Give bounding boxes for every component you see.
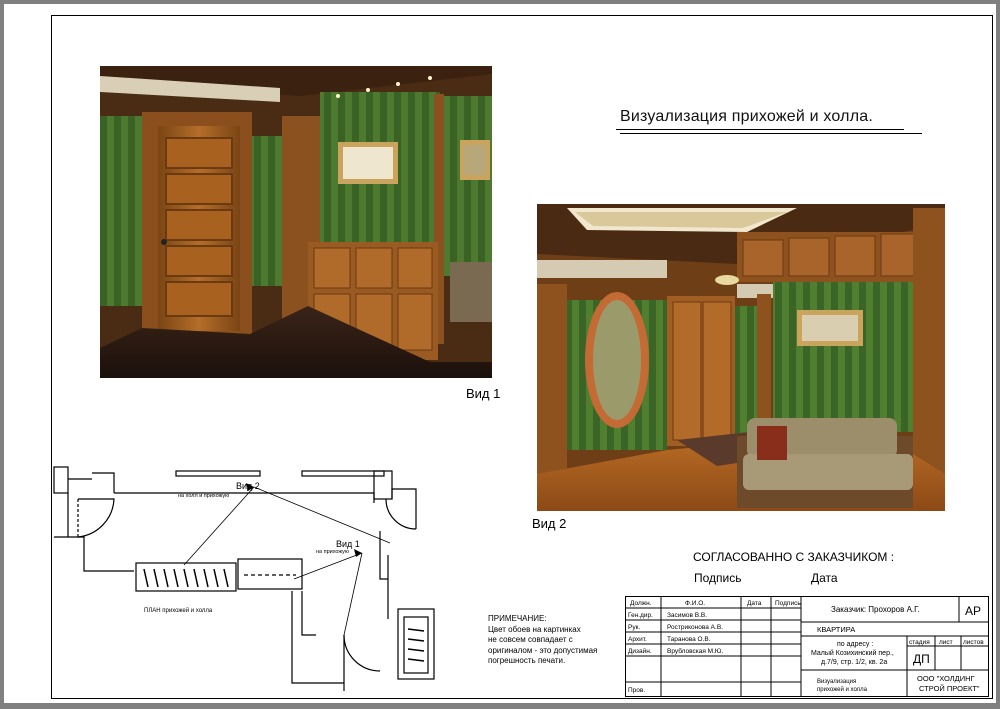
floor-plan: Вид 2 на холл и прихожую Вид 1 на прихож… — [44, 459, 444, 704]
plan-view-2-sub: на холл и прихожую — [178, 493, 229, 499]
stamp-row-role: Архит. — [628, 636, 647, 643]
stamp-header-position: Должн. — [630, 600, 652, 607]
stamp-address-line: д.7/9, стр. 1/2, кв. 2а — [821, 659, 887, 666]
drawing-sheet: Визуализация прихожей и холла. Вид 1 Вид… — [4, 4, 996, 703]
title-underline — [616, 129, 904, 130]
view-2-caption: Вид 2 — [532, 516, 567, 531]
note-line: погрешность печати. — [488, 656, 566, 665]
note-block: ПРИМЕЧАНИЕ: Цвет обоев на картинках не с… — [488, 614, 597, 667]
title-underline-second — [620, 133, 922, 134]
approval-date-label: Дата — [811, 571, 838, 585]
stamp-row-name: Ростриконова А.В. — [667, 624, 723, 631]
render-view-1 — [100, 66, 492, 378]
stamp-header-signature: Подпись — [775, 600, 801, 607]
note-line: не совсем совпадает с — [488, 635, 573, 644]
page-title: Визуализация прихожей и холла. — [620, 108, 873, 125]
stamp-stage-header: стадия — [909, 639, 930, 646]
stamp-sheet-header: лист — [939, 639, 953, 646]
plan-view-1-label: Вид 1 — [336, 539, 360, 549]
stamp-row-role: Ген.дир. — [628, 612, 653, 619]
note-line: оригиналом - это допустимая — [488, 645, 598, 655]
stamp-address-line: по адресу : — [837, 641, 873, 648]
stamp-header-date: Дата — [747, 600, 762, 607]
stamp-stage: ДП — [913, 652, 930, 666]
stamp-address-line: Малый Козихинский пер., — [811, 649, 894, 657]
stamp-drawing-title-line: Визуализация — [817, 679, 856, 685]
stamp-header-name: Ф.И.О. — [685, 600, 705, 607]
view-1-caption: Вид 1 — [466, 386, 501, 401]
plan-label: ПЛАН прихожей и холла — [144, 607, 213, 614]
stamp-customer: Заказчик: Прохоров А.Г. — [831, 605, 920, 614]
stamp-row-role: Рук. — [628, 624, 640, 631]
stamp-row-name: Засимов В.В. — [667, 612, 707, 619]
stamp-sheets-header: листов — [963, 639, 984, 646]
stamp-row-role: Пров. — [628, 687, 645, 694]
plan-view-1-sub: на прихожую — [316, 549, 349, 555]
stamp-row-role: Дизайн. — [628, 647, 652, 655]
stamp-object: КВАРТИРА — [817, 625, 855, 634]
render-view-2 — [537, 204, 945, 511]
note-line: Цвет обоев на картинках — [488, 624, 581, 634]
stamp-row-name: Врубловская М.Ю. — [667, 647, 723, 655]
note-heading: ПРИМЕЧАНИЕ: — [488, 614, 547, 623]
stamp-row-name: Таранова О.В. — [667, 636, 711, 643]
stamp-code: АР — [965, 604, 981, 618]
approval-signature-label: Подпись — [694, 571, 742, 585]
stamp-company-line: СТРОЙ ПРОЕКТ" — [919, 684, 980, 693]
title-block: Должн. Ф.И.О. Дата Подпись Ген.дир. Заси… — [625, 596, 989, 697]
floor-plan-drawing: Вид 2 на холл и прихожую Вид 1 на прихож… — [53, 466, 435, 691]
stamp-drawing-title-line: прихожей и холла — [817, 686, 868, 693]
plan-view-2-label: Вид 2 — [236, 481, 260, 491]
approval-heading: СОГЛАСОВАННО С ЗАКАЗЧИКОМ : — [693, 550, 895, 564]
stamp-company-line: ООО "ХОЛДИНГ — [917, 674, 975, 683]
